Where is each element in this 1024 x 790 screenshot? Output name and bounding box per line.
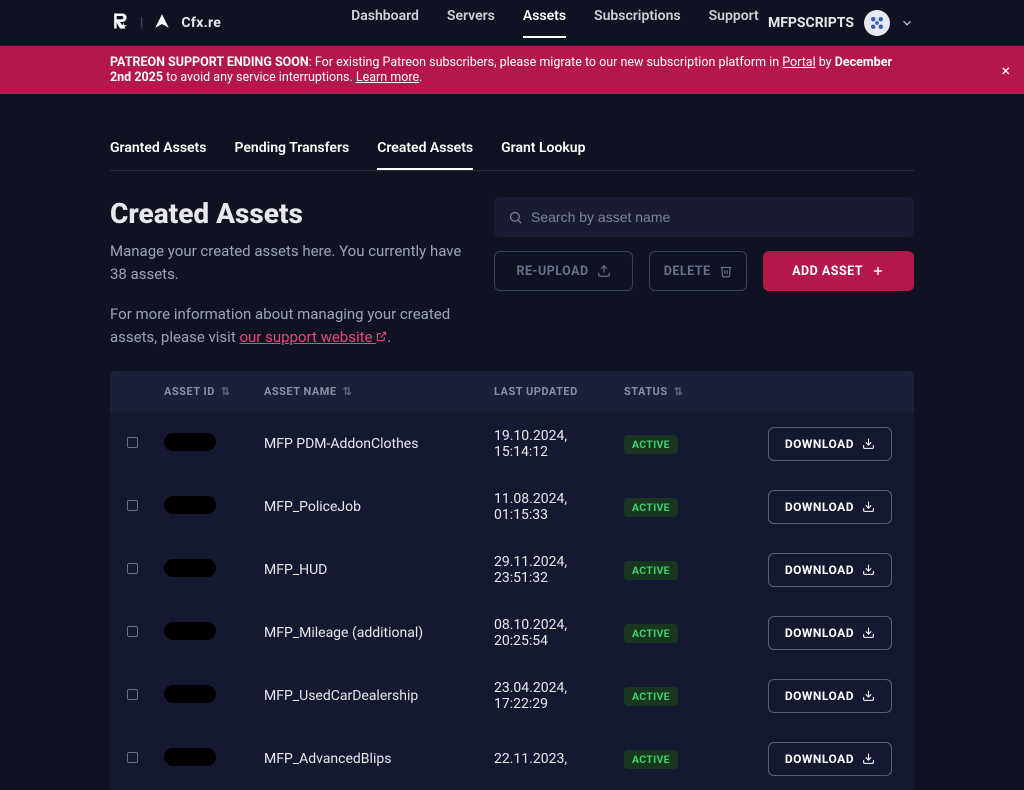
download-icon <box>862 500 875 513</box>
logo-group: | Cfx.re <box>110 11 221 35</box>
nav-servers[interactable]: Servers <box>447 8 495 38</box>
download-button[interactable]: DOWNLOAD <box>768 742 892 776</box>
download-button[interactable]: DOWNLOAD <box>768 490 892 524</box>
col-asset-name[interactable]: ASSET NAME⇅ <box>254 371 484 413</box>
asset-id-redacted <box>164 496 216 514</box>
nav-subscriptions[interactable]: Subscriptions <box>594 8 681 38</box>
table-row: MFP PDM-AddonClothes19.10.2024,15:14:12 A… <box>110 412 914 475</box>
search-icon <box>508 210 523 225</box>
nav-support[interactable]: Support <box>709 8 759 38</box>
tab-granted-assets[interactable]: Granted Assets <box>110 140 206 170</box>
page-title: Created Assets <box>110 197 464 230</box>
username: MFPSCRIPTS <box>768 15 854 31</box>
page-subtitle: Manage your created assets here. You cur… <box>110 240 464 285</box>
delete-button[interactable]: DELETE <box>649 251 747 291</box>
status-badge: ACTIVE <box>624 498 678 517</box>
status-badge: ACTIVE <box>624 750 678 769</box>
table-row: MFP_PoliceJob11.08.2024,01:15:33 ACTIVE DO… <box>110 475 914 538</box>
external-link-icon <box>376 326 387 349</box>
col-status[interactable]: STATUS⇅ <box>614 371 724 413</box>
asset-name-cell: MFP_AdvancedBlips <box>254 727 484 790</box>
download-icon <box>862 689 875 702</box>
nav-dashboard[interactable]: Dashboard <box>351 8 419 38</box>
tab-pending-transfers[interactable]: Pending Transfers <box>234 140 349 170</box>
cfx-logo-icon <box>153 12 171 34</box>
last-updated-cell: 11.08.2024,01:15:33 <box>484 475 614 538</box>
tab-created-assets[interactable]: Created Assets <box>377 140 473 170</box>
reupload-button[interactable]: RE-UPLOAD <box>494 251 633 291</box>
banner-portal-link[interactable]: Portal <box>782 55 815 70</box>
asset-name-cell: MFP_Mileage (additional) <box>254 601 484 664</box>
download-button[interactable]: DOWNLOAD <box>768 553 892 587</box>
row-checkbox[interactable] <box>127 437 138 448</box>
asset-name-cell: MFP_UsedCarDealership <box>254 664 484 727</box>
last-updated-cell: 23.04.2024,17:22:29 <box>484 664 614 727</box>
row-checkbox[interactable] <box>127 500 138 511</box>
search-box[interactable] <box>494 197 914 237</box>
last-updated-cell: 22.11.2023, <box>484 727 614 790</box>
download-icon <box>862 626 875 639</box>
support-website-link[interactable]: our support website <box>239 328 387 346</box>
search-input[interactable] <box>531 209 900 225</box>
download-button[interactable]: DOWNLOAD <box>768 616 892 650</box>
assets-table: ASSET ID⇅ ASSET NAME⇅ LAST UPDATED STATU… <box>110 371 914 790</box>
tab-grant-lookup[interactable]: Grant Lookup <box>501 140 585 170</box>
top-nav: | Cfx.re Dashboard Servers Assets Subscr… <box>0 0 1024 46</box>
sort-icon: ⇅ <box>221 385 231 398</box>
table-row: MFP_Mileage (additional)08.10.2024,20:25… <box>110 601 914 664</box>
download-button[interactable]: DOWNLOAD <box>768 679 892 713</box>
sort-icon: ⇅ <box>674 385 684 398</box>
status-badge: ACTIVE <box>624 435 678 454</box>
main-nav: Dashboard Servers Assets Subscriptions S… <box>351 8 759 38</box>
col-last-updated: LAST UPDATED <box>484 371 614 413</box>
download-icon <box>862 752 875 765</box>
col-actions <box>724 371 914 413</box>
status-badge: ACTIVE <box>624 687 678 706</box>
table-row: MFP_AdvancedBlips22.11.2023, ACTIVE DOWNLO… <box>110 727 914 790</box>
row-checkbox[interactable] <box>127 689 138 700</box>
rockstar-logo-icon <box>110 11 130 35</box>
add-asset-button[interactable]: ADD ASSET <box>763 251 914 291</box>
asset-id-redacted <box>164 685 216 703</box>
table-row: MFP_UsedCarDealership23.04.2024,17:22:29… <box>110 664 914 727</box>
chevron-down-icon <box>900 16 914 30</box>
status-badge: ACTIVE <box>624 624 678 643</box>
row-checkbox[interactable] <box>127 626 138 637</box>
asset-id-redacted <box>164 433 216 451</box>
asset-id-redacted <box>164 559 216 577</box>
brand-text: Cfx.re <box>181 15 221 31</box>
asset-id-redacted <box>164 622 216 640</box>
download-icon <box>862 563 875 576</box>
announcement-banner: PATREON SUPPORT ENDING SOON: For existin… <box>0 46 1024 94</box>
sub-tabs: Granted Assets Pending Transfers Created… <box>110 140 914 171</box>
asset-name-cell: MFP_PoliceJob <box>254 475 484 538</box>
row-checkbox[interactable] <box>127 563 138 574</box>
logo-separator: | <box>140 15 143 31</box>
status-badge: ACTIVE <box>624 561 678 580</box>
download-button[interactable]: DOWNLOAD <box>768 427 892 461</box>
table-row: MFP_HUD29.11.2024,23:51:32 ACTIVE DOWNLOAD <box>110 538 914 601</box>
sort-icon: ⇅ <box>343 385 353 398</box>
nav-assets[interactable]: Assets <box>523 8 566 38</box>
col-checkbox <box>110 371 154 413</box>
last-updated-cell: 29.11.2024,23:51:32 <box>484 538 614 601</box>
last-updated-cell: 19.10.2024,15:14:12 <box>484 412 614 475</box>
avatar <box>864 10 890 36</box>
plus-icon <box>871 264 885 278</box>
asset-name-cell: MFP PDM-AddonClothes <box>254 412 484 475</box>
last-updated-cell: 08.10.2024,20:25:54 <box>484 601 614 664</box>
user-menu[interactable]: MFPSCRIPTS <box>768 10 914 36</box>
row-checkbox[interactable] <box>127 752 138 763</box>
asset-id-redacted <box>164 748 216 766</box>
col-asset-id[interactable]: ASSET ID⇅ <box>154 371 254 413</box>
asset-name-cell: MFP_HUD <box>254 538 484 601</box>
banner-learn-more-link[interactable]: Learn more <box>356 70 419 85</box>
download-icon <box>862 437 875 450</box>
banner-close-icon[interactable]: × <box>1001 61 1010 80</box>
trash-icon <box>719 264 733 278</box>
banner-prefix: PATREON SUPPORT ENDING SOON <box>110 55 309 70</box>
upload-icon <box>597 264 611 278</box>
page-info: For more information about managing your… <box>110 303 464 349</box>
